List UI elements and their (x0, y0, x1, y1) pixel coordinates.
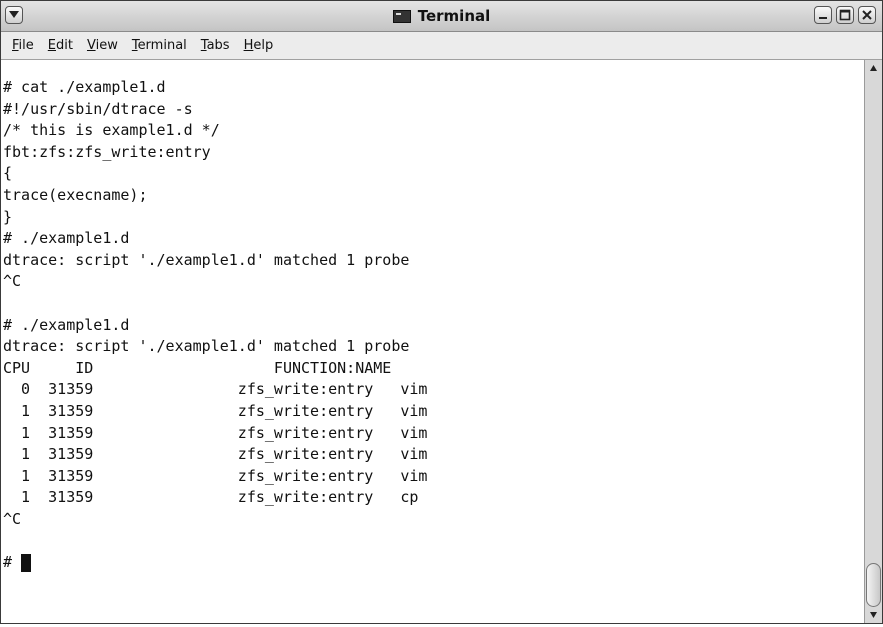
terminal-line: } (3, 207, 13, 226)
terminal-line: 1 31359 zfs_write:entry vim (3, 445, 428, 464)
menu-view-label: iew (95, 38, 118, 53)
title-group: Terminal (1, 1, 882, 31)
terminal-line: # ./example1.d (3, 315, 130, 334)
menu-file-label: ile (18, 38, 34, 53)
menu-edit[interactable]: Edit (41, 32, 80, 59)
window-title: Terminal (417, 7, 491, 25)
title-bar[interactable]: Terminal (1, 1, 882, 32)
terminal-line: 1 31359 zfs_write:entry vim (3, 423, 428, 442)
terminal-line: ^C (3, 509, 22, 528)
menu-edit-mnemonic: E (47, 38, 56, 53)
terminal-line: 1 31359 zfs_write:entry vim (3, 401, 428, 420)
menu-bar: File Edit View Terminal Tabs Help (1, 32, 882, 60)
text-cursor (21, 553, 32, 572)
vertical-scrollbar[interactable] (864, 60, 882, 623)
prompt-line[interactable]: # (3, 552, 427, 574)
menu-help-mnemonic: H (243, 38, 254, 53)
terminal-line: # cat ./example1.d (3, 78, 166, 96)
terminal-line: CPU ID FUNCTION:NAME (3, 358, 392, 377)
terminal-line: dtrace: script './example1.d' matched 1 … (3, 250, 410, 269)
menu-help[interactable]: Help (237, 32, 281, 59)
terminal-lines: # cat ./example1.d #!/usr/sbin/dtrace -s… (3, 77, 427, 574)
minimize-icon[interactable] (814, 6, 832, 24)
terminal-line: ^C (3, 272, 22, 291)
terminal-icon (392, 9, 411, 23)
menu-tabs[interactable]: Tabs (194, 32, 237, 59)
terminal-line: 1 31359 zfs_write:entry cp (3, 488, 419, 507)
prompt-symbol: # (3, 553, 13, 572)
close-icon[interactable] (858, 6, 876, 24)
scroll-up-arrow-icon[interactable] (865, 60, 882, 76)
menu-terminal-label: erminal (137, 38, 187, 53)
terminal-line: fbt:zfs:zfs_write:entry (3, 142, 211, 161)
menu-help-label: elp (253, 38, 274, 53)
scroll-thumb[interactable] (866, 563, 881, 607)
terminal-output[interactable]: # cat ./example1.d #!/usr/sbin/dtrace -s… (1, 60, 863, 623)
scroll-down-arrow-icon[interactable] (865, 607, 882, 623)
terminal-line: /* this is example1.d */ (3, 121, 220, 140)
terminal-line: trace(execname); (3, 185, 148, 204)
terminal-line: 1 31359 zfs_write:entry vim (3, 466, 428, 485)
menu-file[interactable]: File (5, 32, 41, 59)
terminal-line: dtrace: script './example1.d' matched 1 … (3, 337, 410, 356)
terminal-line: #!/usr/sbin/dtrace -s (3, 99, 193, 118)
terminal-line: 0 31359 zfs_write:entry vim (3, 380, 428, 399)
menu-tabs-label: abs (206, 38, 230, 53)
terminal-line: # ./example1.d (3, 229, 130, 248)
menu-view-mnemonic: V (86, 38, 96, 53)
menu-terminal[interactable]: Terminal (125, 32, 194, 59)
maximize-icon[interactable] (836, 6, 854, 24)
terminal-line: { (3, 164, 13, 183)
menu-edit-label: dit (56, 38, 73, 53)
terminal-window: Terminal File Edit View Terminal Tabs He… (0, 0, 883, 624)
menu-view[interactable]: View (80, 32, 125, 59)
